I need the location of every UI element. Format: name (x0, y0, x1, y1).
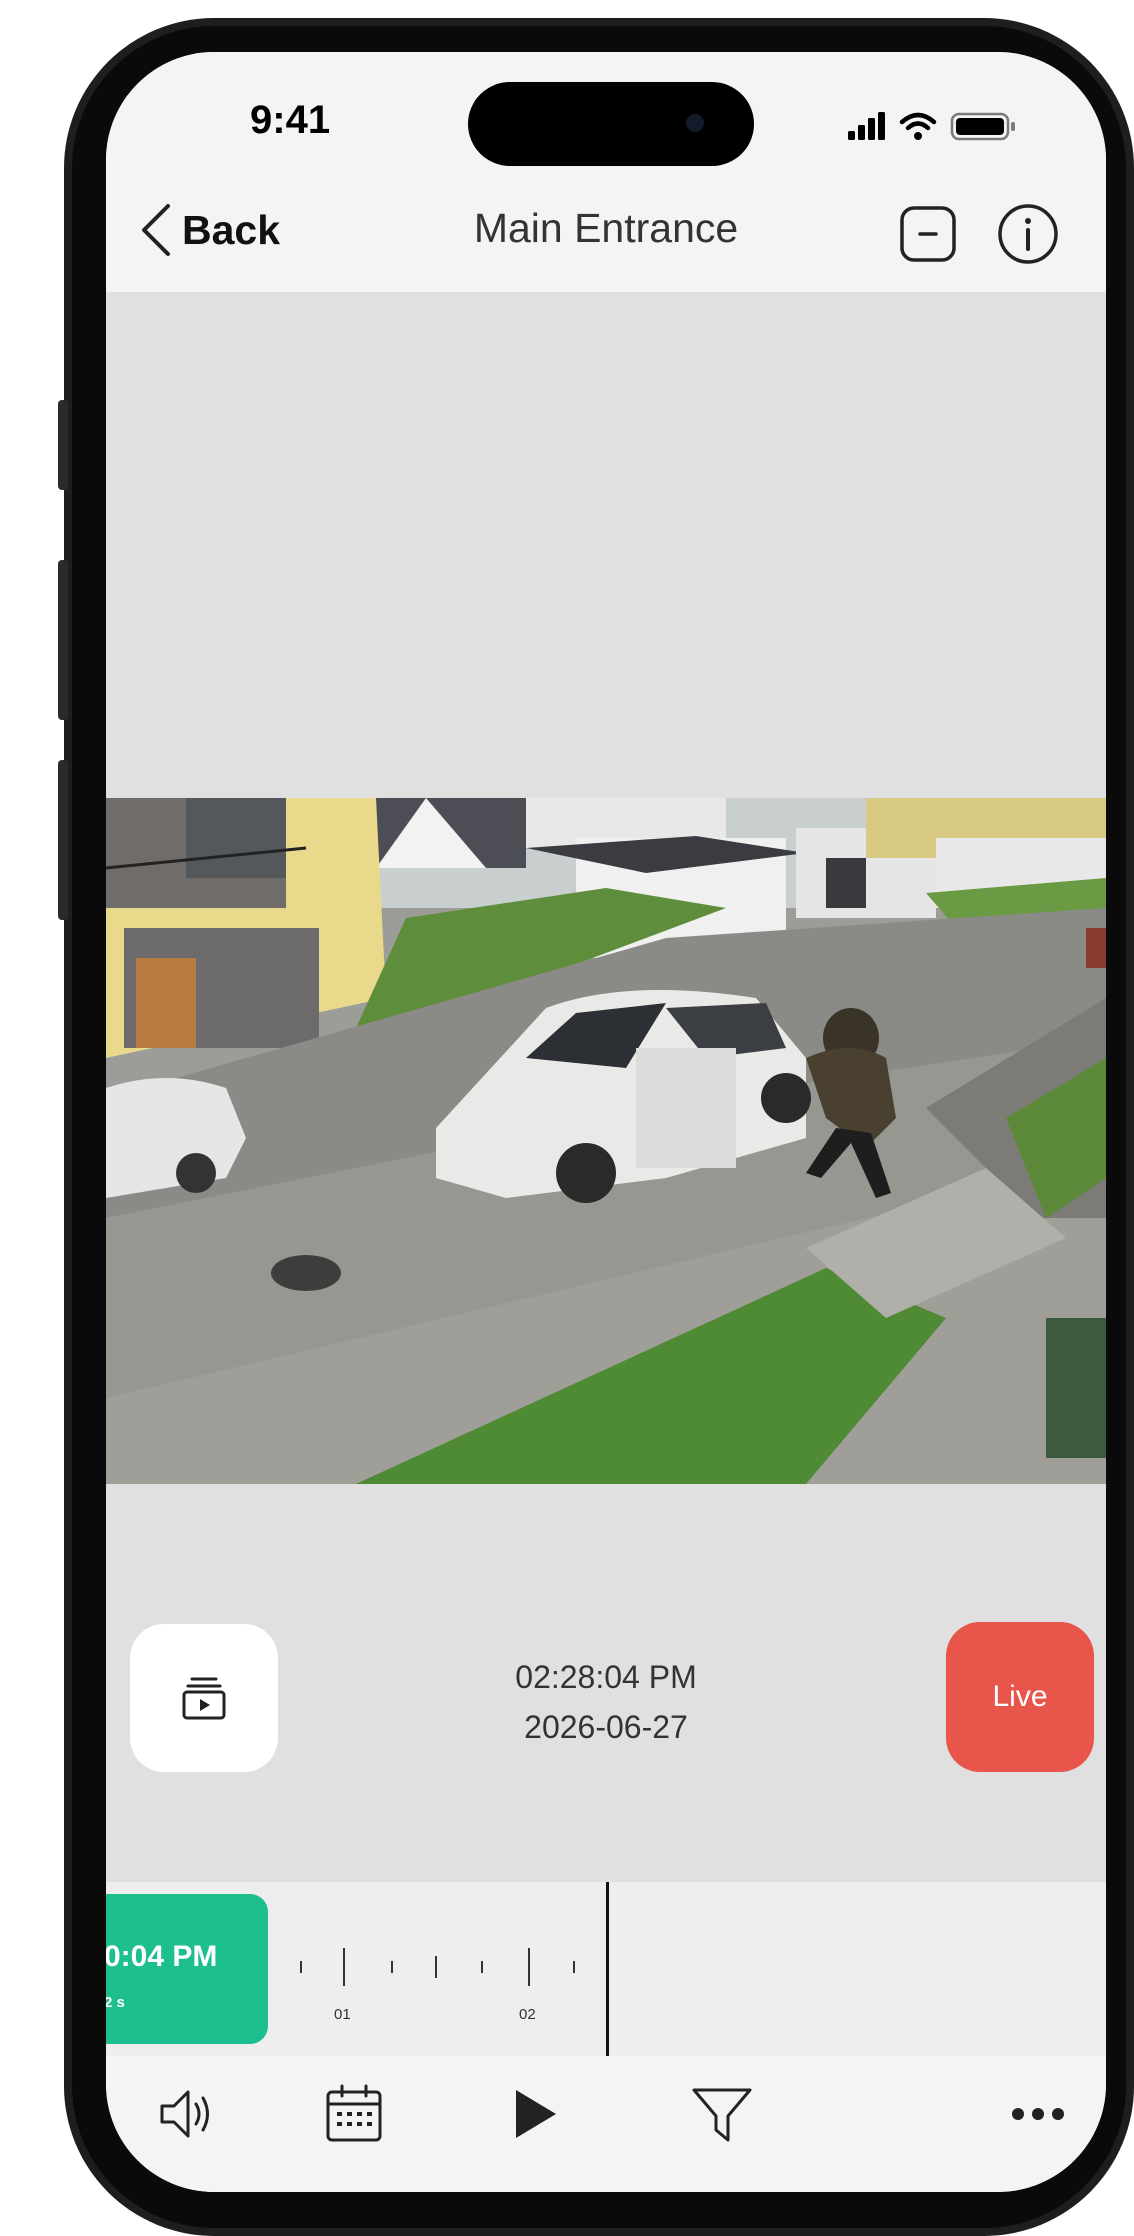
speaker-button[interactable] (150, 2078, 222, 2150)
filter-icon (692, 2088, 752, 2142)
event-duration: 2 s (106, 1994, 125, 2011)
event-time: 0:04 PM (106, 1940, 218, 1973)
info-icon (998, 204, 1058, 264)
wifi-icon (899, 112, 937, 131)
page-title: Main Entrance (473, 205, 739, 251)
more-button[interactable] (1002, 2078, 1074, 2150)
status-icons (848, 112, 1015, 141)
playback-date: 2026-06-27 (524, 1709, 688, 1745)
top-bar: 9:41 Back Main Entrance (106, 52, 1106, 292)
recordings-button[interactable] (130, 1624, 278, 1772)
dynamic-island (468, 82, 754, 166)
side-button (58, 400, 68, 490)
timeline-tick (573, 1961, 575, 1973)
camera-frame-image (106, 798, 1106, 1484)
battery-icon (950, 112, 1015, 141)
bottom-toolbar (106, 2056, 1106, 2192)
play-button[interactable] (498, 2078, 570, 2150)
side-button (58, 760, 68, 920)
timeline-playhead[interactable] (606, 1882, 609, 2056)
timeline-tick-label: 02 (519, 2006, 536, 2023)
calendar-button[interactable] (318, 2078, 390, 2150)
minus-button[interactable] (896, 202, 960, 266)
chevron-left-icon (142, 204, 170, 256)
timeline-tick (391, 1961, 393, 1973)
timeline-tick (343, 1948, 345, 1986)
back-button[interactable]: Back (136, 200, 280, 260)
status-time: 9:41 (250, 98, 331, 142)
more-icon (1012, 2108, 1064, 2120)
recordings-icon (182, 1677, 226, 1720)
play-icon (516, 2090, 556, 2138)
calendar-icon (326, 2084, 382, 2142)
playback-time: 02:28:04 PM (515, 1659, 697, 1695)
live-button[interactable]: Live (946, 1622, 1094, 1772)
app-screen: 9:41 Back Main Entrance 02:28:04 PM 2026… (106, 52, 1106, 2192)
timeline-tick (481, 1961, 483, 1973)
minus-square-icon (900, 206, 956, 262)
timeline-tick (528, 1948, 530, 1986)
playback-datetime: 02:28:04 PM 2026-06-27 (406, 1652, 806, 1752)
camera-feed[interactable] (106, 798, 1106, 1484)
signal-icon (848, 112, 885, 140)
event-chip[interactable]: 0:04 PM 2 s (106, 1894, 268, 2044)
timeline-tick (435, 1956, 437, 1978)
side-button (58, 560, 68, 720)
timeline[interactable]: 0:04 PM 2 s 01 02 (106, 1882, 1106, 2056)
info-button[interactable] (996, 202, 1060, 266)
filter-button[interactable] (686, 2078, 758, 2150)
back-label: Back (182, 206, 281, 253)
speaker-icon (160, 2090, 209, 2138)
timeline-tick-label: 01 (334, 2006, 351, 2023)
timeline-tick (300, 1961, 302, 1973)
